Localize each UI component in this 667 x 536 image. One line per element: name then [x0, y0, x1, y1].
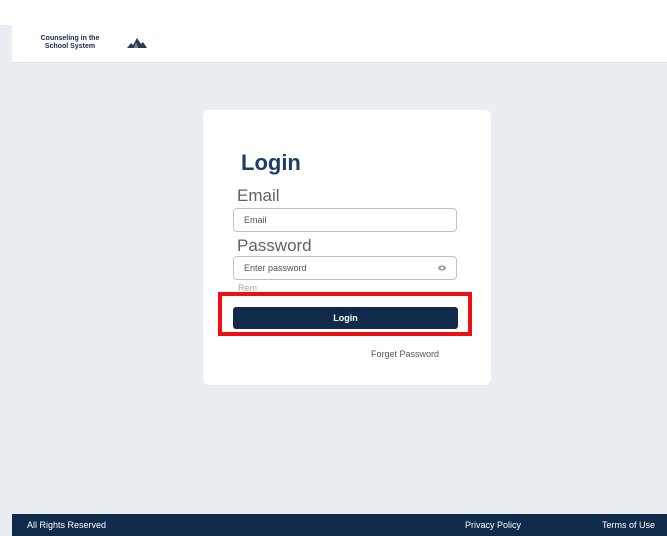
remember-me-label[interactable]: Rem: [238, 283, 257, 291]
password-label: Password: [237, 236, 312, 255]
terms-of-use-link[interactable]: Terms of Use: [602, 520, 655, 530]
header: Counseling in the School System: [12, 25, 667, 63]
brand-line-1: Counseling in the: [40, 35, 100, 42]
email-placeholder: Email: [244, 215, 267, 225]
privacy-policy-link[interactable]: Privacy Policy: [465, 520, 521, 530]
login-title: Login: [241, 150, 301, 175]
password-placeholder: Enter password: [244, 263, 307, 273]
email-label: Email: [237, 186, 280, 205]
footer: All Rights Reserved Privacy Policy Terms…: [12, 514, 667, 536]
login-button[interactable]: Login: [233, 307, 458, 329]
top-strip: [0, 0, 667, 25]
forgot-password-link[interactable]: Forget Password: [371, 349, 439, 359]
building-icon: [127, 38, 147, 48]
eye-icon[interactable]: [438, 265, 446, 271]
page: Counseling in the School System Login Em…: [0, 0, 667, 536]
brand-line-2: School System: [44, 43, 96, 50]
email-field[interactable]: Email: [233, 208, 457, 232]
password-field[interactable]: Enter password: [233, 256, 457, 280]
brand-name[interactable]: Counseling in the School System: [34, 35, 106, 51]
footer-rights: All Rights Reserved: [27, 520, 107, 530]
login-card: Login Email Email Password Enter passwor…: [203, 110, 491, 385]
